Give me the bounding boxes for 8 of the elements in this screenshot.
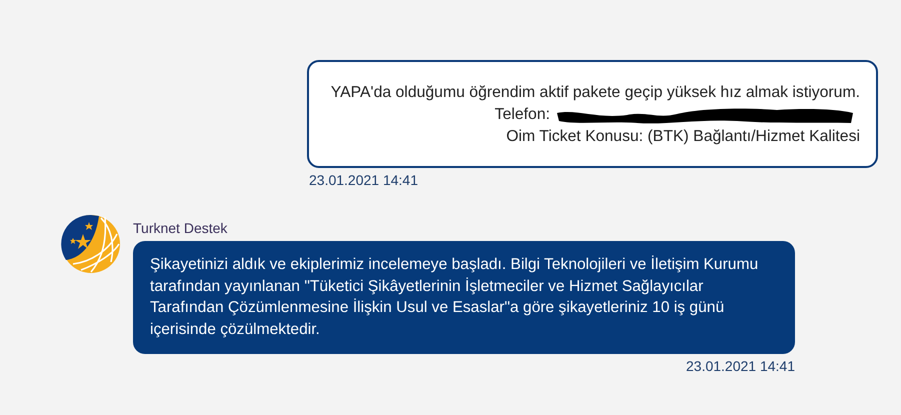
logo-icon	[61, 214, 121, 274]
message-text: Oim Ticket Konusu: (BTK) Bağlantı/Hizmet Kalitesi	[506, 128, 860, 145]
message-text: YAPA'da olduğumu öğrendim aktif pakete geçip yüksek hız almak istiyorum.	[330, 84, 860, 101]
message-text: Şikayetinizi aldık ve ekiplerimiz incelemeye başladı. Bilgi Teknolojileri ve İletişim Kurumu tarafından yayınlanan "Tüketici Şikâyetlerinin İşletmeciler ve Hizmet Sağlayıcılar Tarafından Çözümlenmesine İlişkin Usul ve Esaslar"a göre şikayetleriniz 10 iş günü içerisinde çözülmektedir.	[150, 256, 758, 338]
message-time: 23.01.2021 14:41	[685, 358, 795, 374]
message-text: Telefon:	[494, 106, 550, 123]
message-time: 23.01.2021 14:41	[309, 172, 419, 188]
sender-name: Turknet Destek	[133, 220, 228, 236]
